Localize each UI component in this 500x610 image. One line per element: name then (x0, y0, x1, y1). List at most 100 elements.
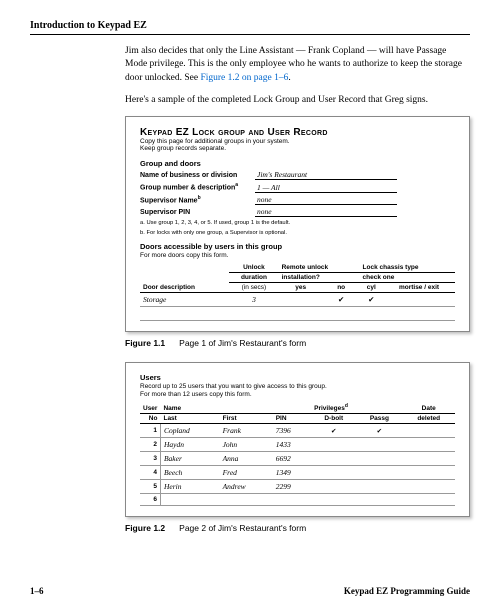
cell-no: 5 (140, 480, 160, 494)
field-group: Group number & descriptiona 1 — All (140, 182, 455, 192)
cell-passg (356, 480, 402, 494)
section-users: Users (140, 373, 455, 382)
cell-no: 4 (140, 466, 160, 480)
form1-sub2: Keep group records separate. (140, 145, 455, 153)
cell-last: Copland (160, 424, 219, 438)
page-header: Introduction to Keypad EZ (30, 20, 470, 31)
cell-dbolt (311, 466, 356, 480)
field-suppin: Supervisor PIN none (140, 207, 455, 217)
value-suppin: none (255, 207, 397, 217)
cell-deleted (402, 494, 455, 506)
figure-1-1-label: Figure 1.1 (125, 338, 165, 348)
section-doors: Doors accessible by users in this group (140, 242, 455, 251)
cell-last: Haydn (160, 438, 219, 452)
cell-desc: Storage (140, 292, 229, 306)
cell-first: John (220, 438, 273, 452)
col-unlock-3: (in secs) (229, 282, 278, 292)
page-footer: 1–6 Keypad EZ Programming Guide (30, 586, 470, 596)
table-row: 5HerinAndrew2299 (140, 480, 455, 494)
intro-paragraph-1: Jim also decides that only the Line Assi… (125, 45, 470, 85)
table-row: 3BakerAnna6692 (140, 452, 455, 466)
cell-pin: 1349 (273, 466, 311, 480)
col-no: no (323, 282, 360, 292)
note-a: a. Use group 1, 2, 3, 4, or 5. If used, … (140, 220, 455, 227)
cell-passg (356, 452, 402, 466)
figure-1-2-caption: Figure 1.2Page 2 of Jim's Restaurant's f… (125, 523, 470, 533)
col-remote-2: installation? (279, 272, 360, 282)
value-supname: none (255, 195, 397, 205)
col-pin: PIN (273, 414, 311, 424)
cell-first: Frank (220, 424, 273, 438)
col-no: No (140, 414, 160, 424)
table-row: 4BeechFred1349 (140, 466, 455, 480)
intro-paragraph-2: Here's a sample of the completed Lock Gr… (125, 94, 470, 107)
label-business: Name of business or division (140, 172, 255, 179)
label-supname: Supervisor Nameb (140, 195, 255, 204)
cell-no: 3 (140, 452, 160, 466)
label-group-sup: a (235, 182, 238, 188)
figure-1-2-label: Figure 1.2 (125, 523, 165, 533)
footer-page-num: 1–6 (30, 586, 44, 596)
col-priv-text: Privileges (314, 405, 345, 412)
cell-first: Fred (220, 466, 273, 480)
cell-pin: 6692 (273, 452, 311, 466)
cell-last (160, 494, 219, 506)
cell-passg (356, 466, 402, 480)
cell-passg: ✔ (356, 424, 402, 438)
table-row: Storage 3 ✔ ✔ (140, 292, 455, 306)
cell-no: ✔ (323, 292, 360, 306)
label-group: Group number & descriptiona (140, 182, 255, 191)
cell-no: 1 (140, 424, 160, 438)
doors-more: For more doors copy this form. (140, 252, 455, 259)
field-supname: Supervisor Nameb none (140, 195, 455, 205)
section-group-doors: Group and doors (140, 159, 455, 168)
col-dbolt: D-bolt (311, 414, 356, 424)
label-supname-text: Supervisor Name (140, 197, 198, 204)
cell-last: Herin (160, 480, 219, 494)
doors-table: Door description Unlock Remote unlock Lo… (140, 263, 455, 321)
col-unlock-1: Unlock (229, 263, 278, 273)
cell-pin: 7396 (273, 424, 311, 438)
note-b: b. For locks with only one group, a Supe… (140, 230, 455, 237)
cell-dbolt: ✔ (311, 424, 356, 438)
col-door-desc: Door description (140, 263, 229, 293)
footer-doc-title: Keypad EZ Programming Guide (344, 586, 470, 596)
users-line2: For more than 12 users copy this form. (140, 391, 455, 398)
form1-sub1: Copy this page for additional groups in … (140, 138, 455, 146)
label-supname-sup: b (198, 195, 201, 201)
value-business: Jim's Restaurant (255, 170, 397, 180)
figure-link[interactable]: Figure 1.2 on page 1–6 (200, 73, 288, 83)
intro-text-1b: . (288, 73, 290, 83)
cell-no: 6 (140, 494, 160, 506)
cell-dbolt (311, 480, 356, 494)
col-mortise: mortise / exit (383, 282, 455, 292)
table-row (140, 306, 455, 320)
cell-first: Andrew (220, 480, 273, 494)
col-last: Last (160, 414, 219, 424)
field-business: Name of business or division Jim's Resta… (140, 170, 455, 180)
figure-1-1-caption: Figure 1.1Page 1 of Jim's Restaurant's f… (125, 338, 470, 348)
form1-title: Keypad EZ Lock group and User Record (140, 127, 455, 138)
cell-pin: 1433 (273, 438, 311, 452)
cell-first: Anna (220, 452, 273, 466)
header-rule (30, 34, 470, 35)
cell-dur: 3 (229, 292, 278, 306)
col-date: Date (402, 402, 455, 414)
col-name: Name (160, 402, 219, 414)
col-unlock-2: duration (229, 272, 278, 282)
cell-deleted (402, 438, 455, 452)
col-chassis-2: check one (360, 272, 455, 282)
cell-last: Baker (160, 452, 219, 466)
col-cyl: cyl (360, 282, 383, 292)
cell-deleted (402, 452, 455, 466)
users-line1: Record up to 25 users that you want to g… (140, 383, 455, 390)
col-passg: Passg (356, 414, 402, 424)
form-lock-group: Keypad EZ Lock group and User Record Cop… (125, 116, 470, 332)
label-suppin: Supervisor PIN (140, 209, 255, 216)
table-row: 6 (140, 494, 455, 506)
col-chassis-1: Lock chassis type (360, 263, 455, 273)
users-table: User Name Privilegesd Date No Last First… (140, 402, 455, 506)
col-priv-sup: d (345, 403, 348, 409)
form-users: Users Record up to 25 users that you wan… (125, 362, 470, 517)
cell-pin: 2299 (273, 480, 311, 494)
